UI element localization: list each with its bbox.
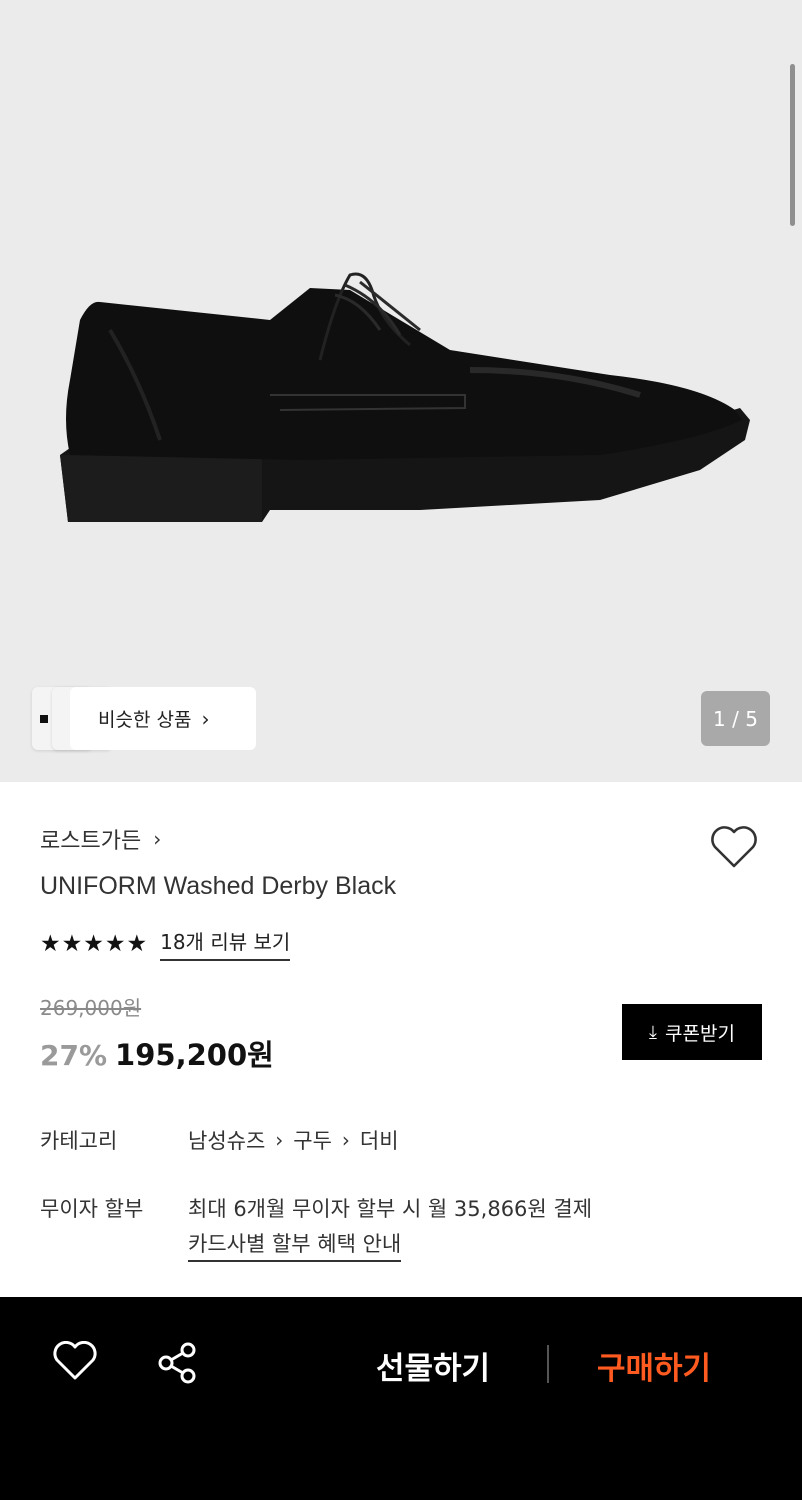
category-label: 카테고리 bbox=[40, 1129, 118, 1153]
product-image-gallery[interactable]: 비슷한 상품 › 1 / 5 bbox=[0, 0, 802, 782]
price-row: 27% 195,200원 bbox=[40, 1032, 274, 1074]
chevron-right-icon: › bbox=[341, 1128, 350, 1152]
share-icon[interactable] bbox=[156, 1341, 200, 1385]
bottom-action-bar: 선물하기 구매하기 bbox=[0, 1297, 802, 1500]
chevron-right-icon: › bbox=[201, 706, 210, 731]
reviews-link[interactable]: 18개 리뷰 보기 bbox=[160, 926, 291, 961]
product-image bbox=[60, 272, 750, 522]
rating-stars: ★★★★★ bbox=[40, 930, 149, 957]
heart-icon[interactable] bbox=[709, 824, 759, 870]
original-price: 269,000원 bbox=[40, 996, 142, 1020]
installment-text: 최대 6개월 무이자 할부 시 월 35,866원 결제 bbox=[188, 1197, 593, 1221]
brand-name: 로스트가든 bbox=[40, 829, 142, 854]
installment-label: 무이자 할부 bbox=[40, 1197, 144, 1221]
coupon-label: 쿠폰받기 bbox=[665, 1022, 735, 1045]
category-breadcrumb: 남성슈즈 › 구두 › 더비 bbox=[188, 1125, 399, 1155]
gift-button[interactable]: 선물하기 bbox=[376, 1343, 490, 1388]
product-title: UNIFORM Washed Derby Black bbox=[40, 872, 397, 900]
chevron-right-icon: › bbox=[275, 1128, 284, 1152]
coupon-button[interactable]: ⤓ 쿠폰받기 bbox=[622, 1004, 762, 1060]
download-icon: ⤓ bbox=[649, 1021, 658, 1043]
discount-rate: 27% bbox=[40, 1039, 108, 1072]
image-pager: 1 / 5 bbox=[701, 691, 770, 746]
buy-button[interactable]: 구매하기 bbox=[597, 1343, 711, 1388]
similar-products-card[interactable]: 비슷한 상품 › bbox=[70, 687, 256, 750]
similar-products-label: 비슷한 상품 bbox=[98, 709, 192, 731]
rating-row: ★★★★★ 18개 리뷰 보기 bbox=[40, 926, 291, 961]
chevron-right-icon: › bbox=[153, 827, 162, 851]
heart-icon[interactable] bbox=[52, 1341, 98, 1381]
category-item[interactable]: 남성슈즈 bbox=[188, 1125, 265, 1155]
category-item[interactable]: 구두 bbox=[293, 1125, 332, 1155]
brand-link[interactable]: 로스트가든 › bbox=[40, 823, 161, 855]
category-item[interactable]: 더비 bbox=[360, 1125, 399, 1155]
divider bbox=[547, 1345, 549, 1383]
scrollbar[interactable] bbox=[790, 64, 795, 226]
sale-price: 195,200원 bbox=[115, 1038, 274, 1072]
installment-benefits-link[interactable]: 카드사별 할부 혜택 안내 bbox=[188, 1228, 402, 1262]
